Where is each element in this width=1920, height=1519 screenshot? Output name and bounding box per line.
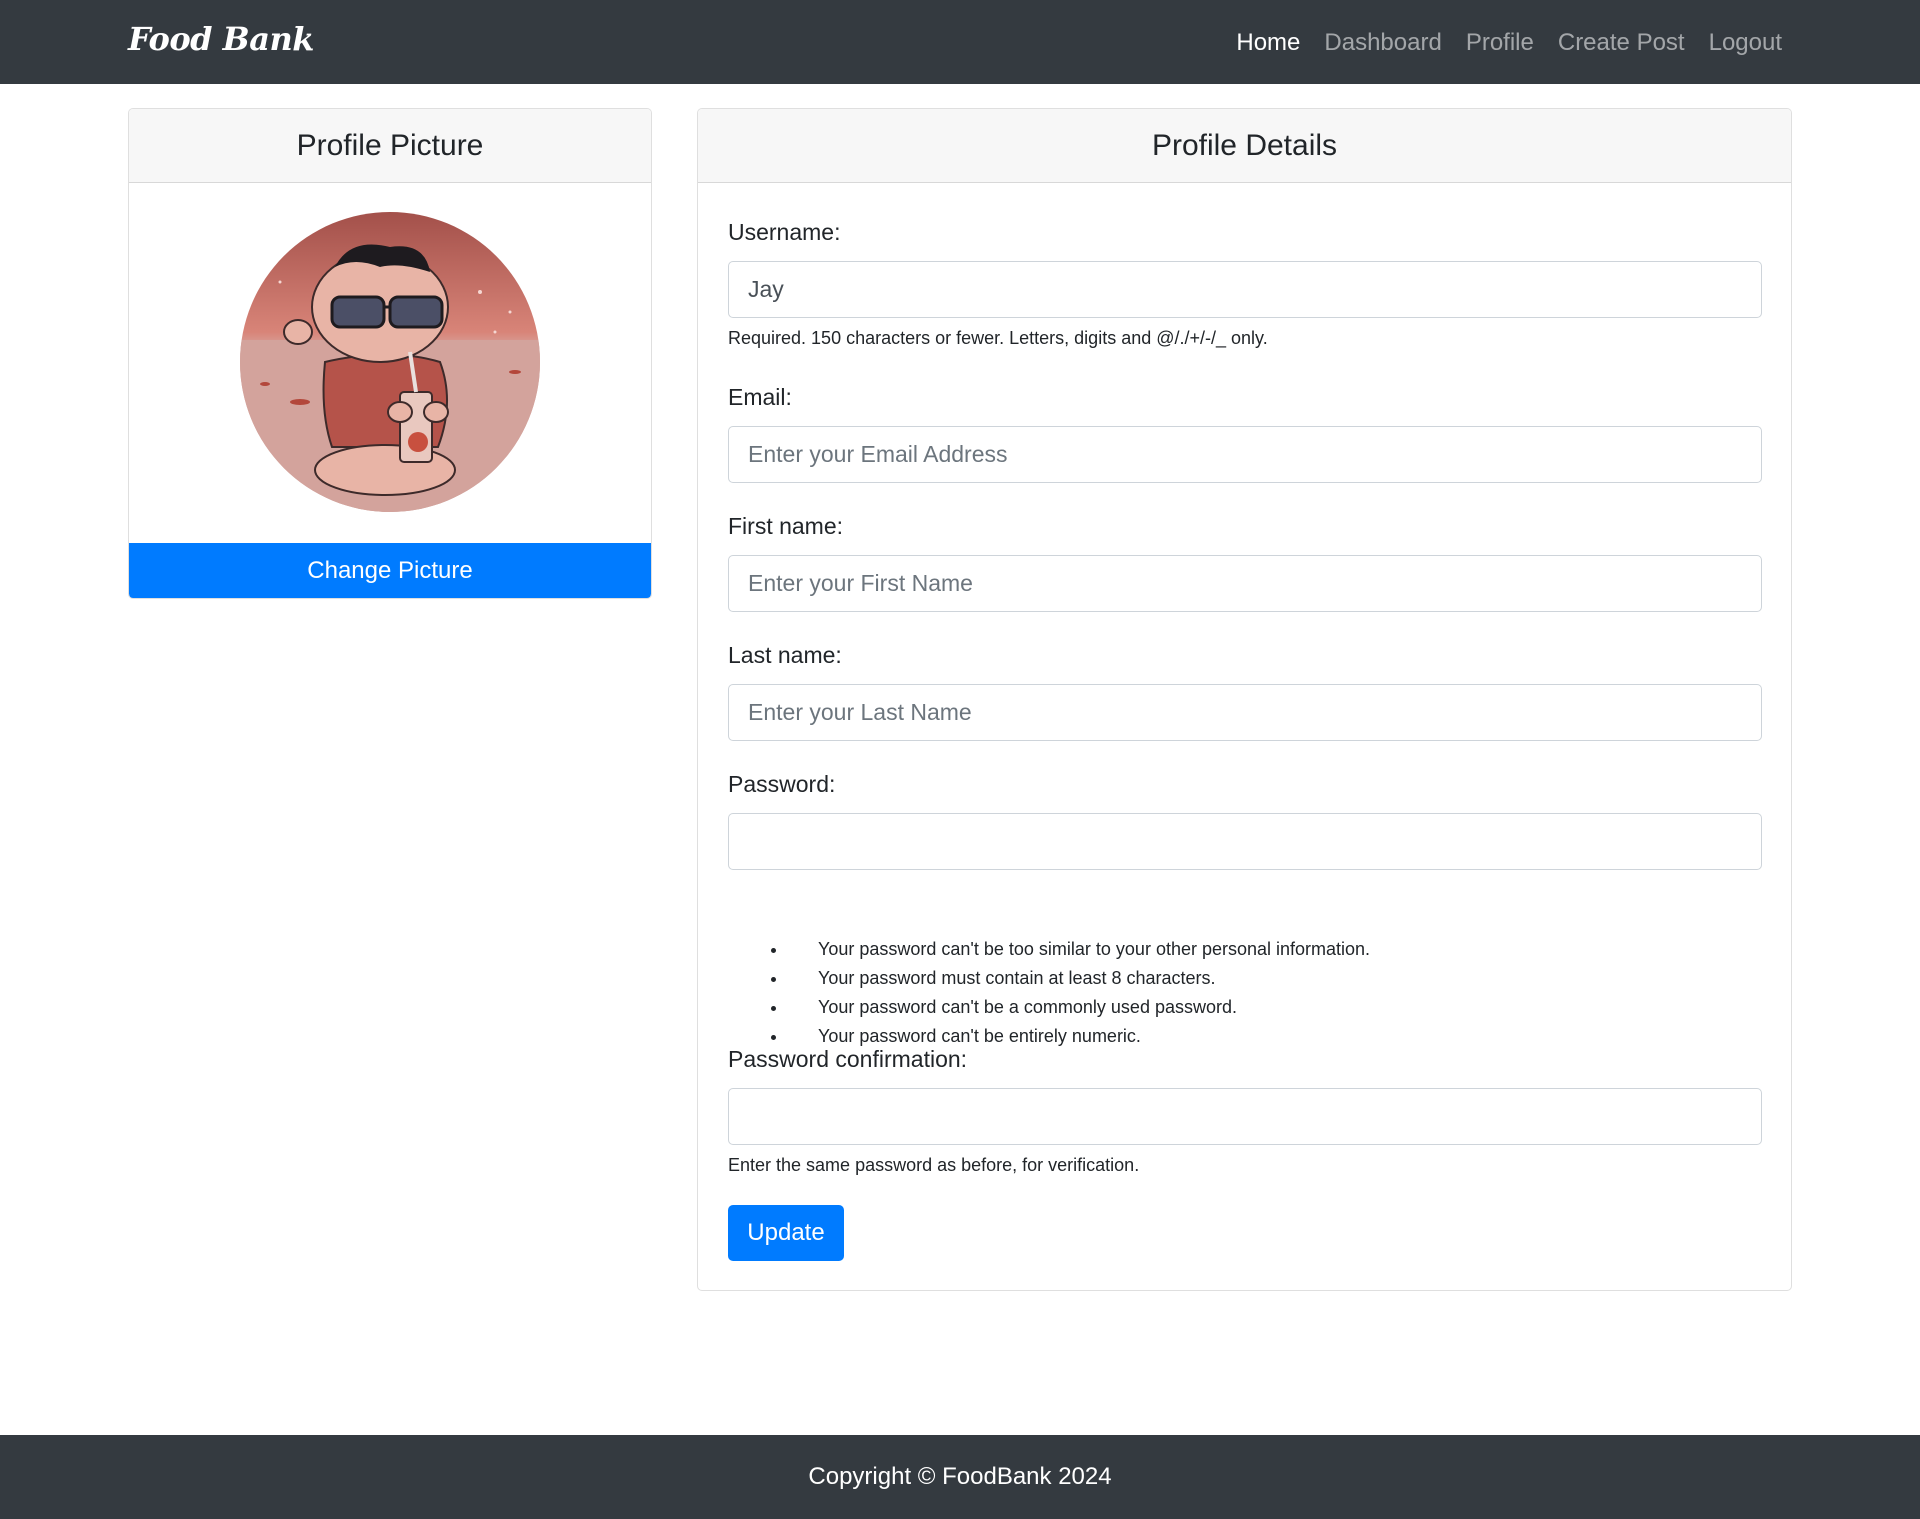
username-input[interactable]	[728, 261, 1762, 318]
username-help-text: Required. 150 characters or fewer. Lette…	[728, 328, 1268, 348]
brand-logo[interactable]: Food Bank	[128, 20, 314, 58]
nav-link-logout[interactable]: Logout	[1709, 26, 1782, 60]
password-input[interactable]	[728, 813, 1762, 870]
first-name-label: First name:	[728, 513, 844, 539]
profile-picture-card-title: Profile Picture	[129, 109, 651, 183]
avatar-illustration	[240, 212, 540, 512]
nav-link-home[interactable]: Home	[1236, 26, 1300, 60]
profile-picture-card: Profile Picture Change Picture	[128, 108, 652, 599]
profile-details-card-title: Profile Details	[698, 109, 1791, 183]
password-rule: Your password must contain at least 8 ch…	[788, 964, 1370, 993]
password-rule: Your password can't be entirely numeric.	[788, 1022, 1370, 1051]
email-label: Email:	[728, 384, 792, 410]
copyright-text: Copyright © FoodBank 2024	[808, 1463, 1112, 1490]
password-confirmation-help-text: Enter the same password as before, for v…	[728, 1155, 1140, 1175]
avatar	[240, 212, 540, 512]
footer: Copyright © FoodBank 2024	[0, 1435, 1920, 1519]
password-label: Password:	[728, 771, 836, 797]
profile-details-card: Profile Details Username: Required. 150 …	[697, 108, 1792, 1291]
nav-link-profile[interactable]: Profile	[1466, 26, 1534, 60]
password-rule: Your password can't be too similar to yo…	[788, 935, 1370, 964]
nav-links: Home Dashboard Profile Create Post Logou…	[1236, 26, 1782, 60]
password-confirmation-input[interactable]	[728, 1088, 1762, 1145]
first-name-input[interactable]	[728, 555, 1762, 612]
password-rules-list: Your password can't be too similar to yo…	[728, 935, 1370, 1051]
update-button[interactable]: Update	[728, 1205, 844, 1261]
username-label: Username:	[728, 219, 841, 245]
last-name-label: Last name:	[728, 642, 842, 668]
top-navbar: Food Bank Home Dashboard Profile Create …	[0, 0, 1920, 84]
nav-link-dashboard[interactable]: Dashboard	[1324, 26, 1441, 60]
password-rule: Your password can't be a commonly used p…	[788, 993, 1370, 1022]
last-name-input[interactable]	[728, 684, 1762, 741]
nav-link-create-post[interactable]: Create Post	[1558, 26, 1685, 60]
change-picture-button[interactable]: Change Picture	[129, 543, 651, 598]
email-input[interactable]	[728, 426, 1762, 483]
